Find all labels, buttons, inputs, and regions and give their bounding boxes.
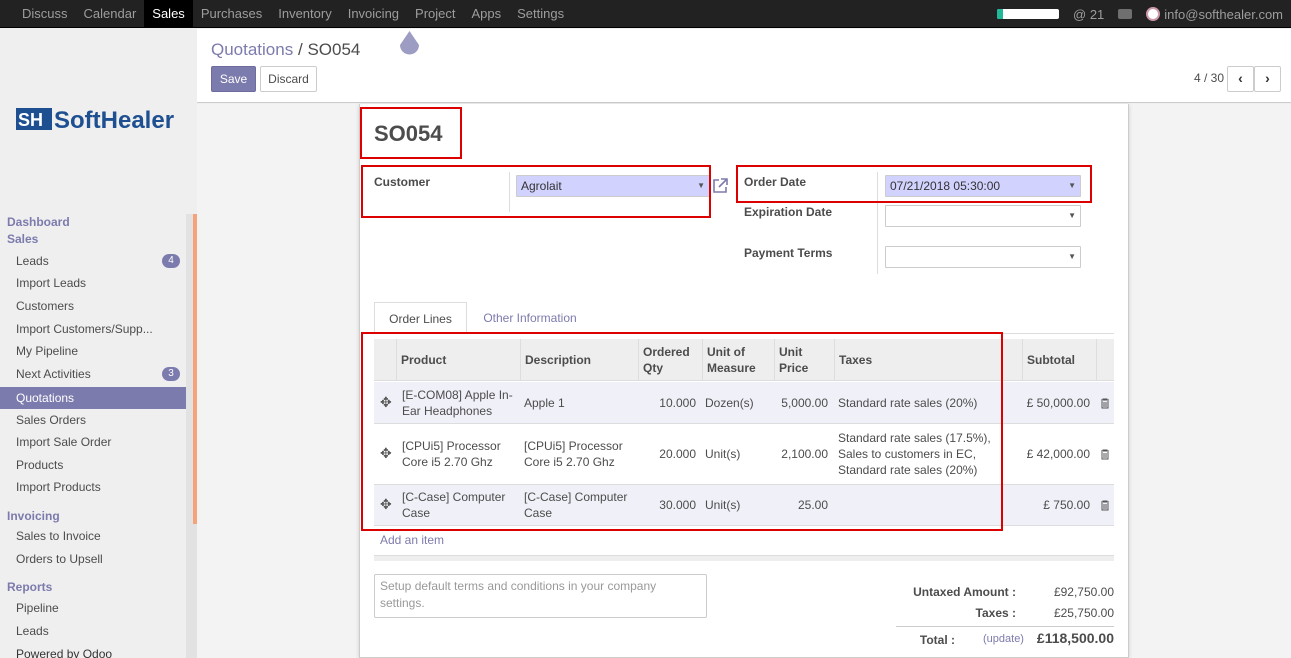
section-invoicing: Invoicing [7,509,60,523]
main-menu: Discuss Calendar Sales Purchases Invento… [14,0,572,28]
sidebar-item-label: Next Activities [16,367,91,381]
progress-fill [997,9,1004,19]
cell-subtotal: £ 50,000.00 [1026,395,1090,410]
menu-sales[interactable]: Sales [144,0,193,28]
control-panel: Quotations / SO054 Save Discard 4 / 30 ‹… [197,29,1291,103]
section-dashboard[interactable]: Dashboard [7,215,70,229]
sidebar-item-label: Leads [16,254,49,268]
pager-previous-button[interactable]: ‹ [1227,66,1254,92]
highlight-order-lines [361,332,1003,531]
sidebar-item-import-sale-order[interactable]: Import Sale Order [0,431,186,453]
softhealer-logo: SH SoftHealer [16,107,174,134]
sidebar-item-pipeline[interactable]: Pipeline [0,597,186,619]
pager-value[interactable]: 4 / 30 [1194,71,1224,85]
section-sales: Sales [7,232,39,246]
sidebar-item-sales-orders[interactable]: Sales Orders [0,409,186,431]
sidebar-item-sales-to-invoice[interactable]: Sales to Invoice [0,525,186,547]
menu-project[interactable]: Project [407,0,463,28]
sidebar-item-products[interactable]: Products [0,454,186,476]
breadcrumb: Quotations / SO054 [211,40,360,60]
untaxed-amount-value: £92,750.00 [1053,585,1114,599]
sidebar-item-orders-to-upsell[interactable]: Orders to Upsell [0,548,186,570]
svg-text:SoftHealer: SoftHealer [54,107,174,134]
onboarding-progress-bar[interactable] [997,9,1060,19]
systray: @ 21 info@softhealer.com [997,0,1283,28]
sidebar-item-customers[interactable]: Customers [0,295,186,317]
tab-order-lines[interactable]: Order Lines [374,302,467,334]
drop-cursor-icon [400,31,419,55]
menu-calendar[interactable]: Calendar [76,0,145,28]
cell-subtotal: £ 42,000.00 [1026,447,1090,461]
chat-icon[interactable] [1118,9,1133,19]
taxes-label: Taxes : [975,606,1016,620]
total-label: Total : [919,633,955,647]
sidebar-item-import-customers[interactable]: Import Customers/Supp... [0,318,186,340]
menu-inventory[interactable]: Inventory [270,0,339,28]
totals-divider [896,626,1114,627]
taxes-value: £25,750.00 [1053,606,1114,620]
terms-and-conditions-field[interactable]: Setup default terms and conditions in yo… [374,574,707,618]
sidebar-item-leads[interactable]: Leads 4 [0,250,186,272]
untaxed-amount-label: Untaxed Amount : [913,585,1016,599]
trash-icon[interactable] [1100,500,1110,511]
menu-purchases[interactable]: Purchases [193,0,270,28]
sidebar-item-leads-report[interactable]: Leads [0,620,186,642]
highlight-order-name [360,107,462,159]
total-value: £118,500.00 [1036,630,1114,646]
column-actions [1096,339,1114,381]
expiration-date-field[interactable]: ▼ [885,205,1081,227]
next-activities-badge: 3 [162,367,180,381]
sidebar-item-quotations[interactable]: Quotations [0,387,186,409]
section-reports: Reports [7,580,53,594]
column-subtotal[interactable]: Subtotal [1022,339,1096,381]
sidebar: SH SoftHealer Dashboard Sales Leads 4 Imp… [0,29,197,658]
external-link-icon[interactable] [711,177,729,195]
trash-icon[interactable] [1100,398,1110,409]
sidebar-item-import-products[interactable]: Import Products [0,476,186,498]
pager-next-button[interactable]: › [1254,66,1281,92]
highlight-order-date [736,165,1092,203]
discard-button[interactable]: Discard [260,66,317,92]
menu-discuss[interactable]: Discuss [14,0,76,28]
table-footer [374,555,1114,561]
add-item-link[interactable]: Add an item [380,533,444,547]
menu-settings[interactable]: Settings [509,0,572,28]
leads-badge: 4 [162,254,180,268]
expiration-date-label: Expiration Date [744,205,833,219]
update-link[interactable]: (update) [983,633,1024,645]
mentions-counter[interactable]: @ 21 [1073,7,1104,22]
powered-by-footer: Powered by Odoo [16,647,113,658]
sidebar-item-import-leads[interactable]: Import Leads [0,272,186,294]
chevron-down-icon: ▼ [1068,252,1076,261]
user-avatar[interactable] [1146,7,1161,21]
payment-terms-label: Payment Terms [744,246,833,260]
menu-invoicing[interactable]: Invoicing [340,0,407,28]
trash-icon[interactable] [1100,449,1110,460]
save-button[interactable]: Save [211,66,256,92]
top-navbar: Discuss Calendar Sales Purchases Invento… [0,0,1291,28]
chevron-down-icon: ▼ [1068,211,1076,220]
breadcrumb-separator: / [297,40,303,59]
sidebar-item-next-activities[interactable]: Next Activities 3 [0,363,186,385]
menu-apps[interactable]: Apps [464,0,510,28]
user-menu[interactable]: info@softhealer.com [1164,7,1283,22]
breadcrumb-current: SO054 [307,40,361,59]
payment-terms-field[interactable]: ▼ [885,246,1081,268]
highlight-customer [361,165,711,218]
breadcrumb-quotations[interactable]: Quotations [211,40,293,59]
cell-subtotal: £ 750.00 [1043,498,1090,512]
sidebar-item-my-pipeline[interactable]: My Pipeline [0,340,186,362]
tab-other-information[interactable]: Other Information [475,302,585,334]
svg-text:SH: SH [18,110,43,130]
